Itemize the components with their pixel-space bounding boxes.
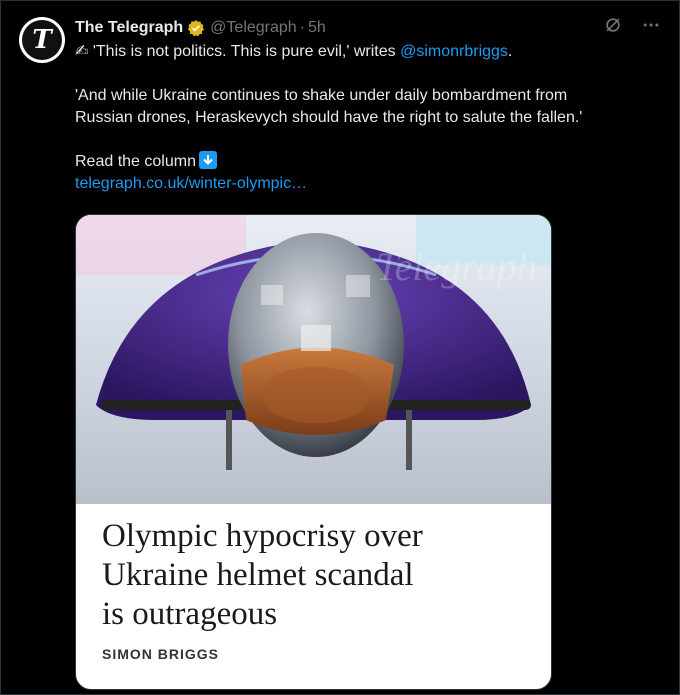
tweet-line-1: ✍ 'This is not politics. This is pure ev…: [75, 41, 665, 63]
tweet-quote-text: ✍ 'This is not politics. This is pure ev…: [75, 43, 401, 60]
article-image[interactable]: Telegraph: [76, 215, 551, 504]
author-handle[interactable]: @Telegraph: [210, 19, 297, 37]
tweet-cta: Read the column: [75, 151, 665, 173]
cta-text: Read the column: [75, 153, 196, 170]
watermark-text: Telegraph: [376, 244, 537, 289]
verified-badge-icon[interactable]: [187, 19, 205, 37]
tweet-container[interactable]: T The Telegraph @Telegraph · 5h ✍ 'This …: [0, 0, 680, 695]
tweet-actions-top: [603, 15, 661, 35]
tweet-para-line-1: 'And while Ukraine continues to shake un…: [75, 87, 568, 104]
separator: ·: [299, 19, 306, 36]
tweet-punct: .: [507, 43, 513, 60]
more-icon[interactable]: [641, 15, 661, 35]
article-headline[interactable]: Olympic hypocrisy over Ukraine helmet sc…: [102, 517, 532, 634]
tweet-para-line-2: Russian drones, Heraskevych should have …: [75, 109, 583, 126]
headline-line-1: Olympic hypocrisy over: [102, 518, 423, 554]
avatar[interactable]: T: [19, 17, 65, 63]
article-link[interactable]: telegraph.co.uk/winter-olympic…: [75, 175, 307, 192]
tweet-header: The Telegraph @Telegraph · 5h: [75, 17, 326, 39]
tweet-text: ✍ 'This is not politics. This is pure ev…: [75, 41, 665, 195]
link-card[interactable]: Telegraph Olympic hypocrisy over Ukraine…: [75, 214, 552, 690]
avatar-logo: T: [22, 20, 62, 60]
timestamp[interactable]: 5h: [308, 19, 326, 37]
down-arrow-icon: [198, 151, 217, 169]
mention-link[interactable]: @simonrbriggs: [400, 43, 508, 60]
headline-line-2: Ukraine helmet scandal: [102, 557, 414, 593]
headline-line-3: is outrageous: [102, 596, 278, 632]
grok-icon[interactable]: [603, 15, 623, 35]
author-name[interactable]: The Telegraph: [75, 19, 183, 37]
article-byline: SIMON BRIGGS: [102, 646, 220, 662]
